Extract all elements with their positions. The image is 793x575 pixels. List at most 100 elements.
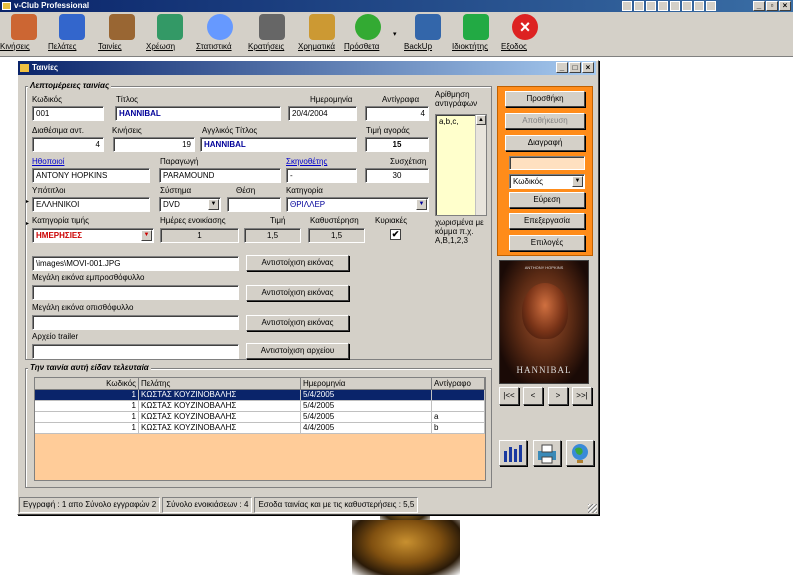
column-header[interactable]: Πελάτης: [139, 378, 301, 390]
position-input[interactable]: [227, 197, 281, 212]
resize-grip[interactable]: [588, 504, 597, 513]
save-button[interactable]: Αποθήκευση: [505, 113, 585, 129]
first-record-button[interactable]: |<<: [499, 387, 519, 405]
match-big-front-button[interactable]: Αντιστοίχιση εικόνας: [246, 285, 349, 301]
rate-input[interactable]: 1,5: [244, 228, 301, 243]
close-icon[interactable]: ×: [779, 1, 791, 11]
movie-poster: ANTHONY HOPKINS HANNIBAL: [499, 260, 589, 384]
next-record-button[interactable]: >: [548, 387, 568, 405]
main-toolbar: Κινήσεις Πελάτες Ταινίες Χρέωση Στατιστι…: [0, 12, 793, 57]
date-input[interactable]: 20/4/2004: [288, 106, 357, 121]
minimize-icon[interactable]: _: [753, 1, 765, 11]
delete-button[interactable]: Διαγραφή: [505, 135, 585, 151]
rent-days-input[interactable]: 1: [160, 228, 239, 243]
toolbar-extras-button[interactable]: Πρόσθετα: [344, 14, 392, 51]
actors-input[interactable]: ANTONY HOPKINS: [32, 168, 150, 183]
price-category-select[interactable]: ΗΜΕΡΗΣΙΕΣ ▼: [32, 228, 154, 243]
maximize-icon[interactable]: □: [569, 62, 581, 73]
toolbar-money-button[interactable]: Χρηματικά: [298, 14, 346, 51]
column-header[interactable]: Κωδικός: [35, 378, 139, 390]
table-row[interactable]: 1 ΚΩΣΤΑΣ ΚΟΥΖΙΝΟΒΑΛΗΣ 5/4/2005 a: [35, 412, 485, 423]
moves-input[interactable]: 19: [113, 137, 195, 152]
tray-icon[interactable]: [682, 1, 692, 11]
match-trailer-button[interactable]: Αντιστοίχιση αρχείου: [246, 343, 349, 359]
money-icon: [309, 14, 335, 40]
toolbar-exit-button[interactable]: × Εξοδος: [501, 14, 549, 51]
find-button[interactable]: Εύρεση: [509, 192, 585, 208]
extras-dropdown-icon[interactable]: ▾: [393, 30, 397, 38]
english-title-input[interactable]: HANNIBAL: [200, 137, 357, 152]
table-cell: 5/4/2005: [301, 390, 432, 401]
tray-icon[interactable]: [622, 1, 632, 11]
maximize-icon[interactable]: ▫: [766, 1, 778, 11]
movies-window-title-bar[interactable]: Ταινίες _ □ ×: [18, 61, 596, 75]
production-input[interactable]: PARAMOUND: [159, 168, 281, 183]
tray-icon[interactable]: [646, 1, 656, 11]
title-input[interactable]: HANNIBAL: [115, 106, 281, 121]
minimize-icon[interactable]: _: [556, 62, 568, 73]
options-button[interactable]: Επιλογές: [509, 235, 585, 251]
last-record-button[interactable]: >>|: [572, 387, 592, 405]
chevron-down-icon[interactable]: ▼: [141, 230, 152, 241]
scroll-up-icon[interactable]: ▲: [476, 115, 486, 125]
table-cell: ΚΩΣΤΑΣ ΚΟΥΖΙΝΟΒΑΛΗΣ: [139, 412, 301, 423]
app-window-buttons: _ ▫ ×: [753, 1, 791, 11]
column-header[interactable]: Αντίγραφο: [432, 378, 485, 390]
subtitles-input[interactable]: ΕΛΛΗΝΙΚΟΙ: [32, 197, 150, 212]
copy-numbering-textarea[interactable]: a,b,c, ▲: [435, 114, 487, 216]
available-input[interactable]: 4: [32, 137, 104, 152]
toolbar-charge-button[interactable]: Χρέωση: [146, 14, 194, 51]
relation-input[interactable]: 30: [365, 168, 429, 183]
front-image-input[interactable]: \images\MOVI-001.JPG: [32, 256, 239, 271]
toolbar-moves-button[interactable]: Κινήσεις: [0, 14, 48, 51]
match-big-back-button[interactable]: Αντιστοίχιση εικόνας: [246, 315, 349, 331]
search-input[interactable]: [509, 156, 585, 170]
delay-input[interactable]: 1,5: [308, 228, 365, 243]
system-select[interactable]: DVD ▼: [159, 197, 221, 212]
price-input[interactable]: 15: [365, 137, 429, 152]
code-input[interactable]: 001: [32, 106, 104, 121]
toolbar-owner-button[interactable]: Ιδιοκτήτης: [452, 14, 500, 51]
table-row[interactable]: 1 ΚΩΣΤΑΣ ΚΟΥΖΙΝΟΒΑΛΗΣ 5/4/2005: [35, 390, 485, 401]
copies-input[interactable]: 4: [365, 106, 429, 121]
toolbar-reservations-button[interactable]: Κρατήσεις: [248, 14, 296, 51]
chevron-down-icon[interactable]: ▼: [416, 199, 427, 210]
table-row[interactable]: 1 ΚΩΣΤΑΣ ΚΟΥΖΙΝΟΒΑΛΗΣ 5/4/2005: [35, 401, 485, 412]
edit-button[interactable]: Επεξεργασία: [509, 213, 585, 229]
add-button[interactable]: Προσθήκη: [505, 91, 585, 107]
window-title: Ταινίες: [32, 63, 59, 72]
trailer-input[interactable]: [32, 344, 239, 359]
table-cell: 4/4/2005: [301, 423, 432, 434]
toolbar-backup-button[interactable]: BackUp: [404, 14, 452, 51]
tray-icon[interactable]: [658, 1, 668, 11]
director-input[interactable]: -: [286, 168, 357, 183]
table-row[interactable]: 1 ΚΩΣΤΑΣ ΚΟΥΖΙΝΟΒΑΛΗΣ 4/4/2005 b: [35, 423, 485, 434]
actors-link[interactable]: Ηθοποιοί: [32, 157, 64, 166]
copy-numbering-scrollbar[interactable]: ▲: [475, 115, 486, 215]
category-select[interactable]: ΘΡΙΛΛΕΡ ▼: [286, 197, 429, 212]
internet-button[interactable]: [566, 440, 594, 466]
previous-record-button[interactable]: <: [523, 387, 543, 405]
big-front-input[interactable]: [32, 285, 239, 300]
tray-icon[interactable]: [694, 1, 704, 11]
tray-icon[interactable]: [670, 1, 680, 11]
search-field-select[interactable]: Κωδικός ▼: [509, 174, 585, 189]
sundays-checkbox[interactable]: ✔: [390, 229, 401, 240]
toolbar-statistics-button[interactable]: Στατιστικά: [196, 14, 244, 51]
director-link[interactable]: Σκηνοθέτης: [286, 157, 327, 166]
calculator-icon: [157, 14, 183, 40]
statistics-button[interactable]: [499, 440, 527, 466]
category-value: ΘΡΙΛΛΕΡ: [290, 200, 326, 209]
tray-icon[interactable]: [706, 1, 716, 11]
match-front-image-button[interactable]: Αντιστοίχιση εικόνας: [246, 255, 349, 271]
chevron-down-icon[interactable]: ▼: [208, 199, 219, 210]
tray-icon[interactable]: [634, 1, 644, 11]
big-back-input[interactable]: [32, 315, 239, 330]
toolbar-movies-button[interactable]: Ταινίες: [98, 14, 146, 51]
close-icon[interactable]: ×: [582, 62, 594, 73]
chevron-down-icon[interactable]: ▼: [572, 176, 583, 187]
print-button[interactable]: [533, 440, 561, 466]
production-label: Παραγωγή: [160, 157, 199, 166]
toolbar-customers-button[interactable]: Πελάτες: [48, 14, 96, 51]
column-header[interactable]: Ημερομηνία: [301, 378, 432, 390]
